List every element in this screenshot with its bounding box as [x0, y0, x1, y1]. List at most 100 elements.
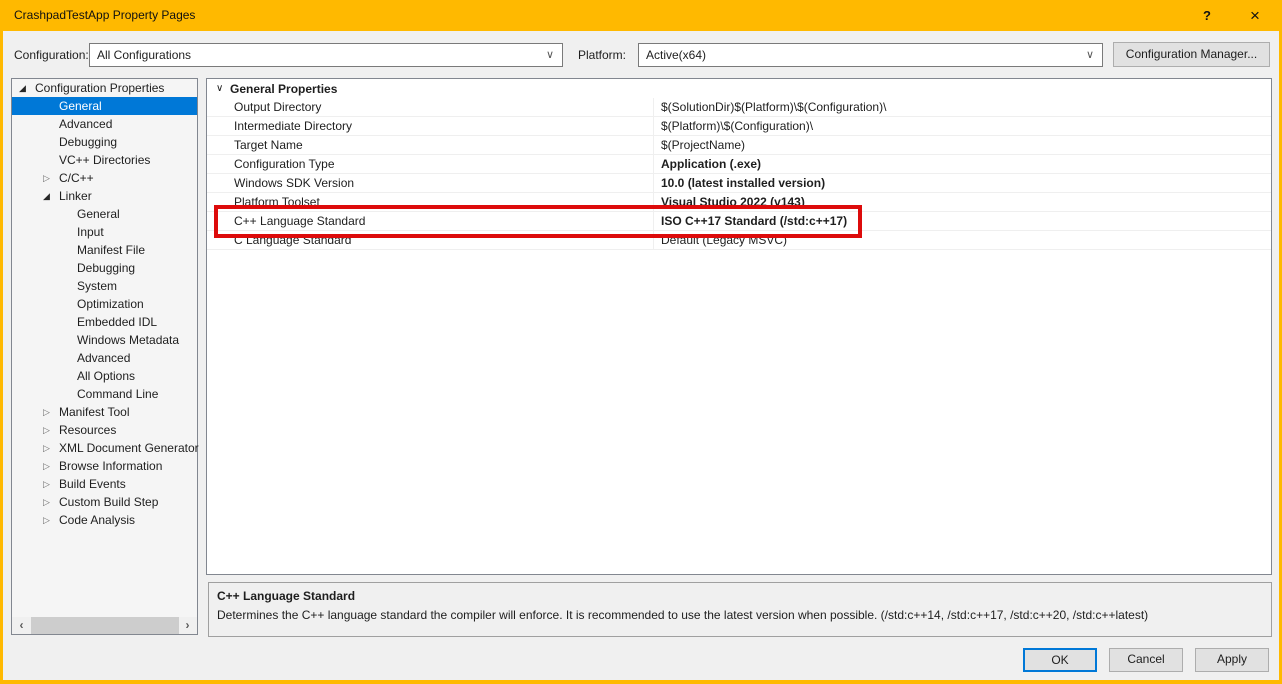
- tree-item-system[interactable]: System: [12, 277, 197, 295]
- tree-item-label: Advanced: [59, 117, 112, 131]
- tree-horizontal-scrollbar[interactable]: ‹ ›: [12, 617, 197, 634]
- property-row-configuration-type[interactable]: Configuration TypeApplication (.exe): [207, 155, 1271, 174]
- window-border-left: [0, 31, 3, 684]
- property-row-target-name[interactable]: Target Name$(ProjectName): [207, 136, 1271, 155]
- tree-item-label: C/C++: [59, 171, 94, 185]
- tree-item-code-analysis[interactable]: ▷Code Analysis: [12, 511, 197, 529]
- tree-item-embedded-idl[interactable]: Embedded IDL: [12, 313, 197, 331]
- tree-item-label: All Options: [77, 369, 135, 383]
- expander-collapsed-icon[interactable]: ▷: [43, 425, 59, 436]
- scrollbar-thumb[interactable]: [31, 617, 179, 634]
- tree-item-c-c[interactable]: ▷C/C++: [12, 169, 197, 187]
- scroll-right-icon[interactable]: ›: [178, 617, 197, 634]
- apply-button[interactable]: Apply: [1195, 648, 1269, 672]
- description-panel: C++ Language Standard Determines the C++…: [208, 582, 1272, 637]
- tree-item-vc-directories[interactable]: VC++ Directories: [12, 151, 197, 169]
- expander-collapsed-icon[interactable]: ▷: [43, 479, 59, 490]
- window-border-bottom: [0, 680, 1282, 684]
- window-title: CrashpadTestApp Property Pages: [14, 0, 195, 31]
- tree-item-debugging[interactable]: Debugging: [12, 133, 197, 151]
- tree-item-resources[interactable]: ▷Resources: [12, 421, 197, 439]
- tree-item-label: Embedded IDL: [77, 315, 157, 329]
- property-label: Windows SDK Version: [207, 174, 653, 192]
- tree-item-optimization[interactable]: Optimization: [12, 295, 197, 313]
- tree-item-label: Manifest Tool: [59, 405, 129, 419]
- scroll-left-icon[interactable]: ‹: [12, 617, 31, 634]
- tree-item-label: Debugging: [77, 261, 135, 275]
- tree-item-advanced[interactable]: Advanced: [12, 115, 197, 133]
- window-titlebar[interactable]: CrashpadTestApp Property Pages ? ×: [0, 0, 1282, 31]
- property-row-c-language-standard[interactable]: C++ Language StandardISO C++17 Standard …: [207, 212, 1271, 231]
- tree-item-all-options[interactable]: All Options: [12, 367, 197, 385]
- property-value[interactable]: ISO C++17 Standard (/std:c++17): [653, 212, 1271, 230]
- property-label: Output Directory: [207, 98, 653, 116]
- platform-select[interactable]: Active(x64) ∨: [638, 43, 1103, 67]
- platform-select-value: Active(x64): [646, 48, 706, 62]
- tree-item-general[interactable]: General: [12, 97, 197, 115]
- tree-item-configuration-properties[interactable]: ◢Configuration Properties: [12, 79, 197, 97]
- tree-item-custom-build-step[interactable]: ▷Custom Build Step: [12, 493, 197, 511]
- tree-item-linker[interactable]: ◢Linker: [12, 187, 197, 205]
- expander-collapsed-icon[interactable]: ▷: [43, 515, 59, 526]
- tree-item-label: General: [59, 99, 102, 113]
- tree-item-label: Linker: [59, 189, 92, 203]
- category-label: General Properties: [230, 82, 337, 96]
- configuration-label: Configuration:: [14, 43, 89, 67]
- property-row-c-language-standard[interactable]: C Language StandardDefault (Legacy MSVC): [207, 231, 1271, 250]
- tree-item-input[interactable]: Input: [12, 223, 197, 241]
- tree-item-build-events[interactable]: ▷Build Events: [12, 475, 197, 493]
- property-value[interactable]: Visual Studio 2022 (v143): [653, 193, 1271, 211]
- tree-item-xml-document-generator[interactable]: ▷XML Document Generator: [12, 439, 197, 457]
- help-button[interactable]: ?: [1196, 0, 1218, 31]
- expander-expanded-icon[interactable]: ◢: [19, 83, 35, 94]
- tree-item-debugging[interactable]: Debugging: [12, 259, 197, 277]
- expander-collapsed-icon[interactable]: ▷: [43, 173, 59, 184]
- property-value[interactable]: $(ProjectName): [653, 136, 1271, 154]
- property-value[interactable]: 10.0 (latest installed version): [653, 174, 1271, 192]
- description-title: C++ Language Standard: [217, 589, 1263, 603]
- cancel-button[interactable]: Cancel: [1109, 648, 1183, 672]
- property-value[interactable]: Application (.exe): [653, 155, 1271, 173]
- property-rows: Output Directory$(SolutionDir)$(Platform…: [207, 98, 1271, 250]
- tree-item-label: General: [77, 207, 120, 221]
- configuration-select[interactable]: All Configurations ∨: [89, 43, 563, 67]
- expander-collapsed-icon[interactable]: ▷: [43, 497, 59, 508]
- property-value[interactable]: $(SolutionDir)$(Platform)\$(Configuratio…: [653, 98, 1271, 116]
- expander-collapsed-icon[interactable]: ▷: [43, 443, 59, 454]
- property-value[interactable]: Default (Legacy MSVC): [653, 231, 1271, 249]
- tree-item-label: Command Line: [77, 387, 158, 401]
- ok-button[interactable]: OK: [1023, 648, 1097, 672]
- chevron-down-icon: ∨: [546, 44, 554, 66]
- property-row-intermediate-directory[interactable]: Intermediate Directory$(Platform)\$(Conf…: [207, 117, 1271, 136]
- close-icon[interactable]: ×: [1242, 0, 1268, 31]
- tree-item-manifest-file[interactable]: Manifest File: [12, 241, 197, 259]
- property-label: Platform Toolset: [207, 193, 653, 211]
- tree-item-browse-information[interactable]: ▷Browse Information: [12, 457, 197, 475]
- configuration-manager-button[interactable]: Configuration Manager...: [1113, 42, 1270, 67]
- expander-collapsed-icon[interactable]: ▷: [43, 461, 59, 472]
- tree-item-label: Debugging: [59, 135, 117, 149]
- property-value[interactable]: $(Platform)\$(Configuration)\: [653, 117, 1271, 135]
- properties-grid: ∨ General Properties Output Directory$(S…: [206, 78, 1272, 575]
- category-header[interactable]: ∨ General Properties: [207, 79, 1271, 98]
- tree-item-manifest-tool[interactable]: ▷Manifest Tool: [12, 403, 197, 421]
- expander-expanded-icon[interactable]: ◢: [43, 191, 59, 202]
- category-collapse-icon[interactable]: ∨: [207, 83, 230, 94]
- tree-item-label: Optimization: [77, 297, 144, 311]
- chevron-down-icon: ∨: [1086, 44, 1094, 66]
- tree-item-windows-metadata[interactable]: Windows Metadata: [12, 331, 197, 349]
- property-label: Intermediate Directory: [207, 117, 653, 135]
- property-pages-dialog: CrashpadTestApp Property Pages ? × Confi…: [0, 0, 1282, 684]
- property-label: C Language Standard: [207, 231, 653, 249]
- tree-item-command-line[interactable]: Command Line: [12, 385, 197, 403]
- property-label: C++ Language Standard: [207, 212, 653, 230]
- expander-collapsed-icon[interactable]: ▷: [43, 407, 59, 418]
- tree-item-advanced[interactable]: Advanced: [12, 349, 197, 367]
- property-row-output-directory[interactable]: Output Directory$(SolutionDir)$(Platform…: [207, 98, 1271, 117]
- tree-item-label: Configuration Properties: [35, 81, 164, 95]
- tree-item-general[interactable]: General: [12, 205, 197, 223]
- property-row-windows-sdk-version[interactable]: Windows SDK Version10.0 (latest installe…: [207, 174, 1271, 193]
- tree-item-label: Browse Information: [59, 459, 162, 473]
- property-row-platform-toolset[interactable]: Platform ToolsetVisual Studio 2022 (v143…: [207, 193, 1271, 212]
- tree-item-label: XML Document Generator: [59, 441, 199, 455]
